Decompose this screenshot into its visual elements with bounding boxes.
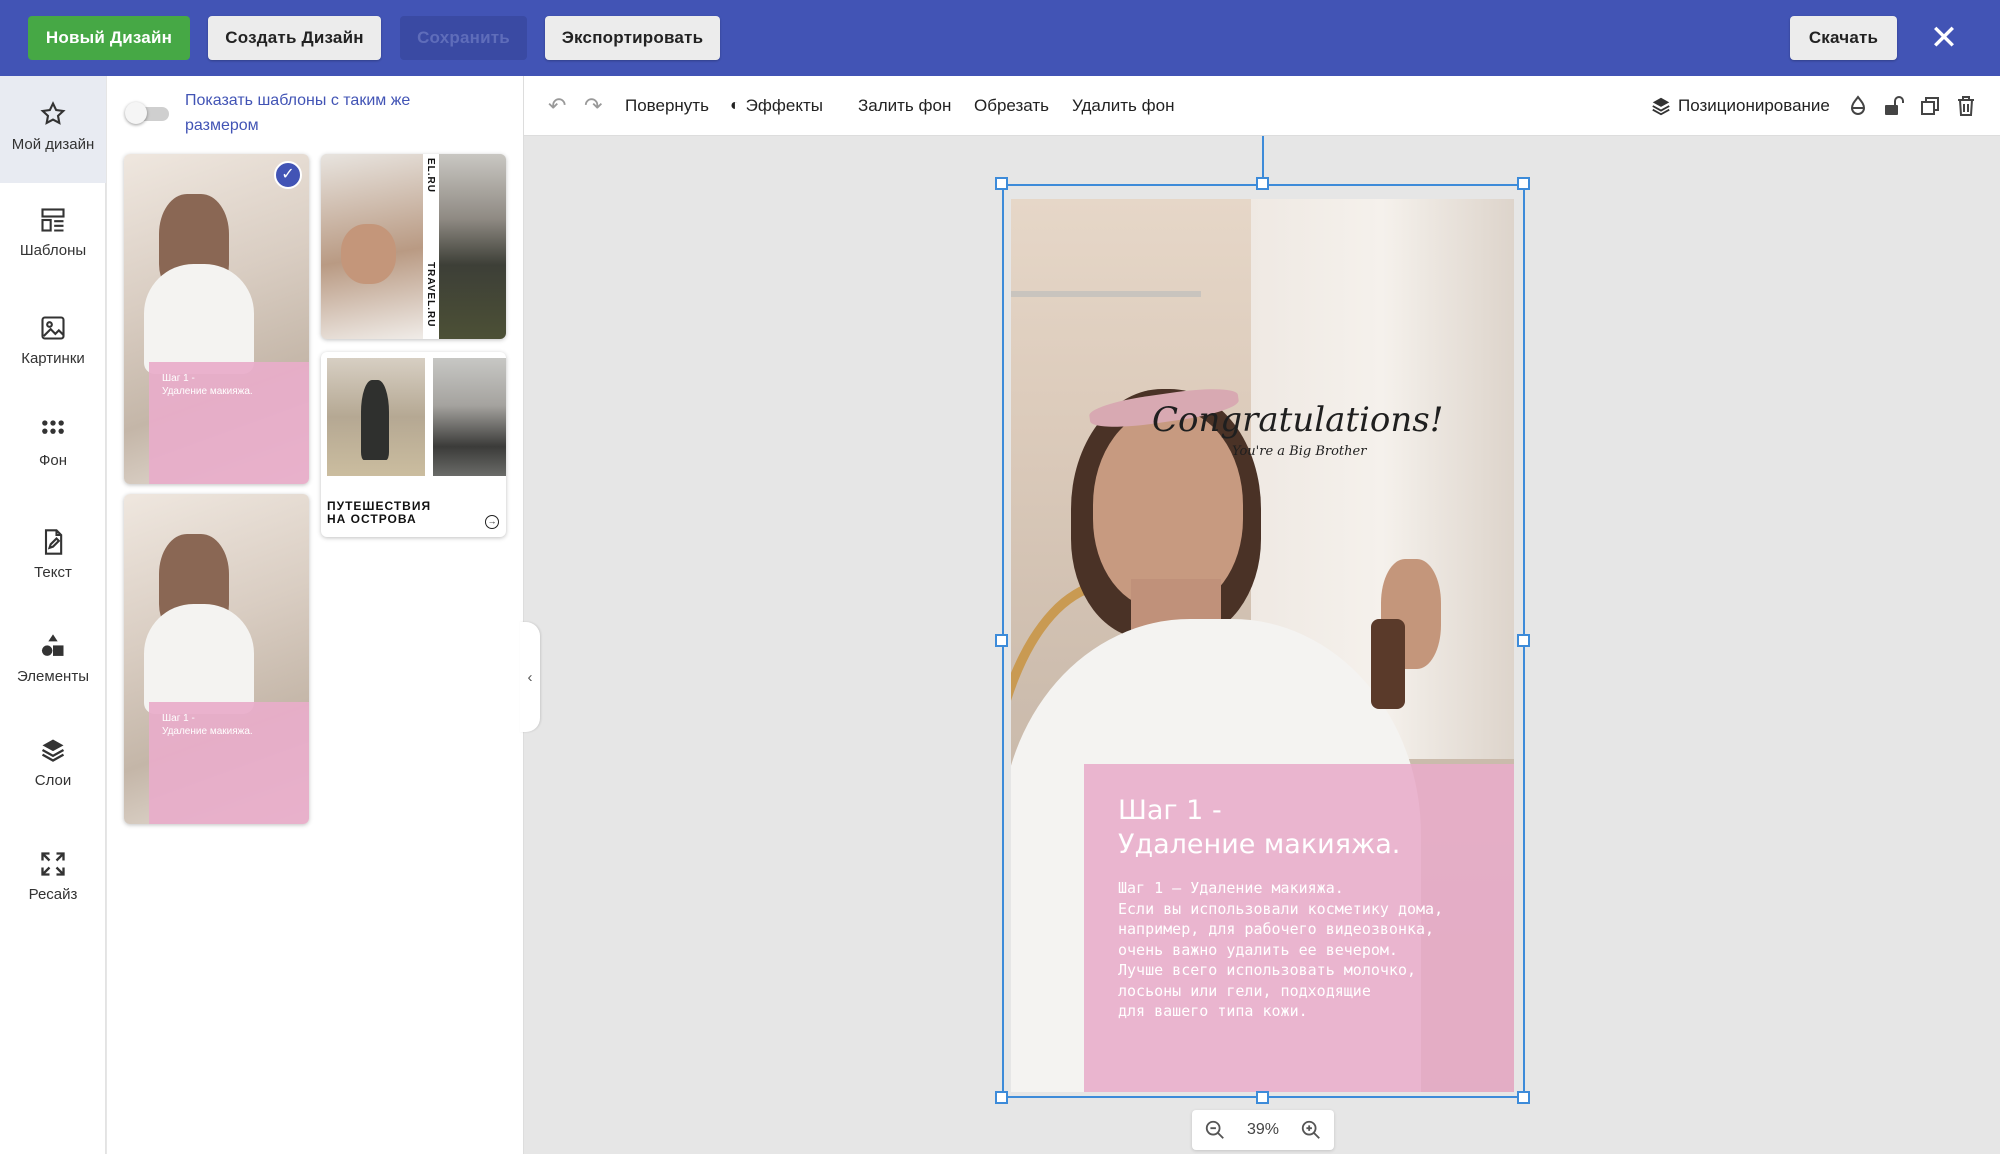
image-icon [41,316,65,340]
editor-toolbar: ↶ ↷ Повернуть ◐ Эффекты Залить фон Обрез… [524,76,2000,136]
template-thumbnail[interactable]: Шаг 1 - Удаление макияжа. ✓ [124,154,309,484]
resize-handle[interactable] [1517,1091,1530,1104]
resize-handle[interactable] [995,634,1008,647]
sidebar-item-label: Текст [34,564,72,581]
remove-bg-button[interactable]: Удалить фон [1072,76,1174,136]
selection-box [1002,184,1525,1098]
same-size-toggle-label: Показать шаблоны с таким же размером [185,92,411,134]
zoom-in-icon[interactable] [1300,1119,1322,1141]
rotate-button[interactable]: Повернуть [625,76,709,136]
sidebar-item-background[interactable]: Фон [0,416,106,469]
export-button[interactable]: Экспортировать [545,16,720,60]
sidebar-item-my-design[interactable]: Мой дизайн [0,76,106,183]
sidebar-item-label: Мой дизайн [11,136,95,153]
arrow-right-icon: → [485,515,499,529]
redo-icon[interactable]: ↷ [584,76,602,136]
positioning-label: Позиционирование [1678,96,1830,115]
zoom-value: 39% [1246,1121,1280,1138]
sidebar-item-templates[interactable]: Шаблоны [0,206,106,259]
selected-check-icon: ✓ [274,161,302,189]
layers-icon [1652,97,1670,116]
template-thumbnail[interactable]: ПУТЕШЕСТВИЯ НА ОСТРОВА → [321,352,506,537]
close-icon[interactable]: ✕ [1928,21,1960,55]
sidebar-item-label: Элементы [17,668,89,685]
opacity-icon[interactable] [1846,94,1870,118]
thumbnail-side-text: TRAVEL.RU [425,262,436,328]
text-doc-icon [44,529,63,555]
sidebar-item-label: Слои [34,772,72,789]
sidebar-item-label: Ресайз [28,886,78,903]
sidebar-item-label: Шаблоны [19,242,87,259]
resize-handle[interactable] [995,1091,1008,1104]
template-thumbnail[interactable]: Шаг 1 - Удаление макияжа. [124,494,309,824]
sidebar-item-elements[interactable]: Элементы [0,632,106,685]
zoom-out-icon[interactable] [1204,1119,1226,1141]
trash-icon[interactable] [1954,94,1978,118]
templates-icon [41,208,65,232]
same-size-toggle[interactable] [125,102,169,124]
resize-handle[interactable] [1517,177,1530,190]
fill-bg-button[interactable]: Залить фон [858,76,951,136]
sidebar-item-resize[interactable]: Ресайз [0,850,106,903]
create-design-button[interactable]: Создать Дизайн [208,16,381,60]
shapes-icon [41,634,64,656]
sidebar-item-text[interactable]: Текст [0,528,106,581]
sidebar-item-label: Фон [38,452,68,469]
top-bar: Новый Дизайн Создать Дизайн Сохранить Эк… [0,0,2000,76]
crop-button[interactable]: Обрезать [974,76,1049,136]
effects-label: Эффекты [745,96,823,115]
duplicate-icon[interactable] [1918,94,1942,118]
sidebar: Мой дизайн Шаблоны Картинки Фон Текст Эл… [0,76,106,1154]
star-icon [40,101,66,125]
collapse-panel-icon[interactable]: ‹ [520,622,540,732]
sidebar-item-images[interactable]: Картинки [0,314,106,367]
thumbnail-title: Шаг 1 - Удаление макияжа. [162,713,253,737]
undo-icon[interactable]: ↶ [548,76,566,136]
resize-handle[interactable] [1256,1091,1269,1104]
save-button[interactable]: Сохранить [400,16,527,60]
zoom-control: 39% [1192,1110,1334,1150]
thumbnail-title: ПУТЕШЕСТВИЯ НА ОСТРОВА [327,499,432,526]
resize-handle[interactable] [1256,177,1269,190]
resize-handle[interactable] [995,177,1008,190]
thumbnail-title: Шаг 1 - Удаление макияжа. [162,373,253,397]
dots-grid-icon [42,420,64,434]
template-thumbnail[interactable]: EL.RU TRAVEL.RU [321,154,506,339]
thumbnail-side-text: EL.RU [425,158,436,193]
unlock-icon[interactable] [1882,94,1906,118]
resize-handle[interactable] [1517,634,1530,647]
positioning-button[interactable]: Позиционирование [1650,76,1830,136]
layers-icon [41,739,65,762]
effects-button[interactable]: ◐ Эффекты [730,76,823,136]
sidebar-item-layers[interactable]: Слои [0,736,106,789]
effects-icon: ◐ [730,97,740,114]
templates-panel: Показать шаблоны с таким же размером Шаг… [107,76,524,1154]
download-button[interactable]: Скачать [1790,16,1897,60]
resize-icon [41,852,65,876]
new-design-button[interactable]: Новый Дизайн [28,16,190,60]
sidebar-item-label: Картинки [21,350,85,367]
